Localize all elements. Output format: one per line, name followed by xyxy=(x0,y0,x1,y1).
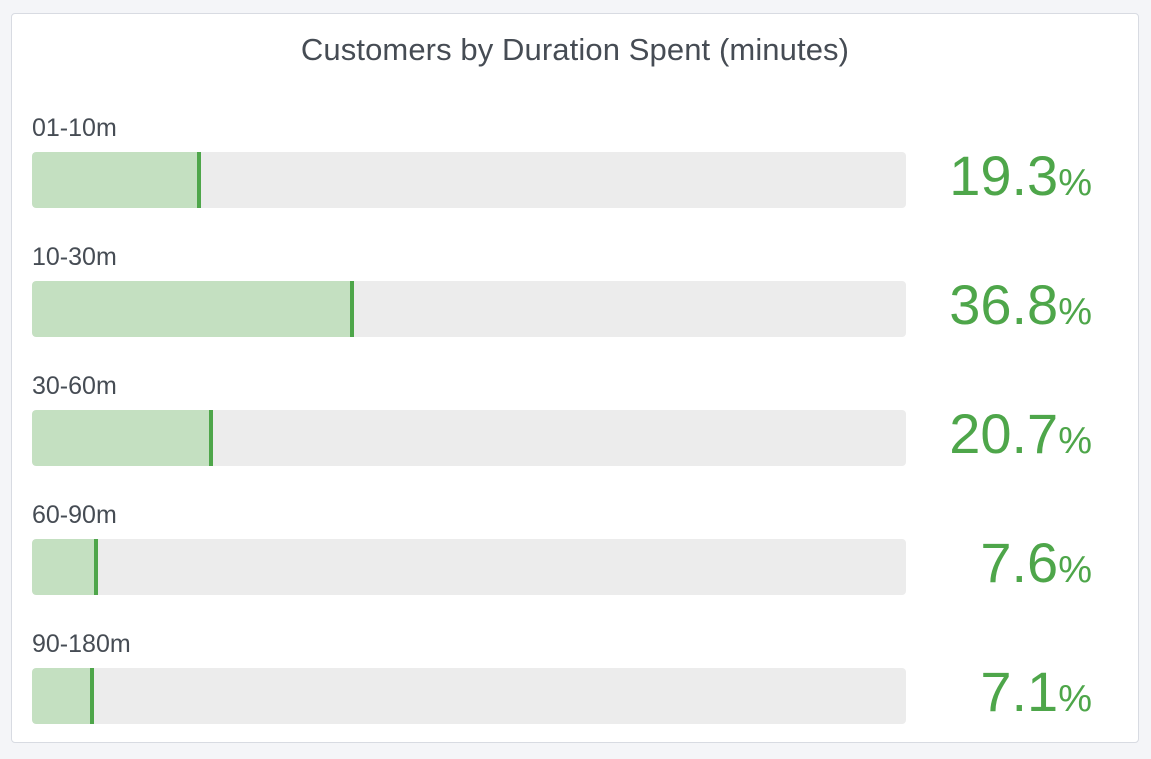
bar-fill xyxy=(32,539,99,595)
bar-value-number: 20.7 xyxy=(949,402,1059,465)
bar-value: 19.3% xyxy=(949,148,1092,204)
bar-track xyxy=(32,152,906,208)
bar-label: 30-60m xyxy=(32,372,117,400)
bar-value-unit: % xyxy=(1058,678,1092,720)
bar-row: 60-90m 7.6% xyxy=(12,501,1138,630)
bar-fill xyxy=(32,668,95,724)
bar-rows: 01-10m 19.3% 10-30m 36.8% 30-60m 20.7% 60-90m 7… xyxy=(12,14,1138,742)
bar-track xyxy=(32,410,906,466)
bar-fill xyxy=(32,152,201,208)
bar-value: 20.7% xyxy=(949,406,1092,462)
bar-row: 01-10m 19.3% xyxy=(12,114,1138,243)
bar-fill xyxy=(32,281,354,337)
chart-panel: Customers by Duration Spent (minutes) 01… xyxy=(11,13,1139,743)
bar-track xyxy=(32,281,906,337)
bar-value: 7.1% xyxy=(980,664,1092,720)
bar-value-number: 19.3 xyxy=(949,144,1059,207)
bar-label: 60-90m xyxy=(32,501,117,529)
bar-fill xyxy=(32,410,213,466)
bar-label: 90-180m xyxy=(32,630,131,658)
bar-value-number: 36.8 xyxy=(949,273,1059,336)
bar-value-number: 7.1 xyxy=(980,660,1059,723)
bar-track xyxy=(32,668,906,724)
bar-value: 7.6% xyxy=(980,535,1092,591)
bar-label: 01-10m xyxy=(32,114,117,142)
bar-row: 10-30m 36.8% xyxy=(12,243,1138,372)
bar-value-unit: % xyxy=(1058,549,1092,591)
bar-value-number: 7.6 xyxy=(980,531,1059,594)
bar-track xyxy=(32,539,906,595)
bar-value-unit: % xyxy=(1058,162,1092,204)
bar-row: 90-180m 7.1% xyxy=(12,630,1138,759)
bar-value-unit: % xyxy=(1058,291,1092,333)
bar-value-unit: % xyxy=(1058,420,1092,462)
bar-label: 10-30m xyxy=(32,243,117,271)
bar-value: 36.8% xyxy=(949,277,1092,333)
bar-row: 30-60m 20.7% xyxy=(12,372,1138,501)
